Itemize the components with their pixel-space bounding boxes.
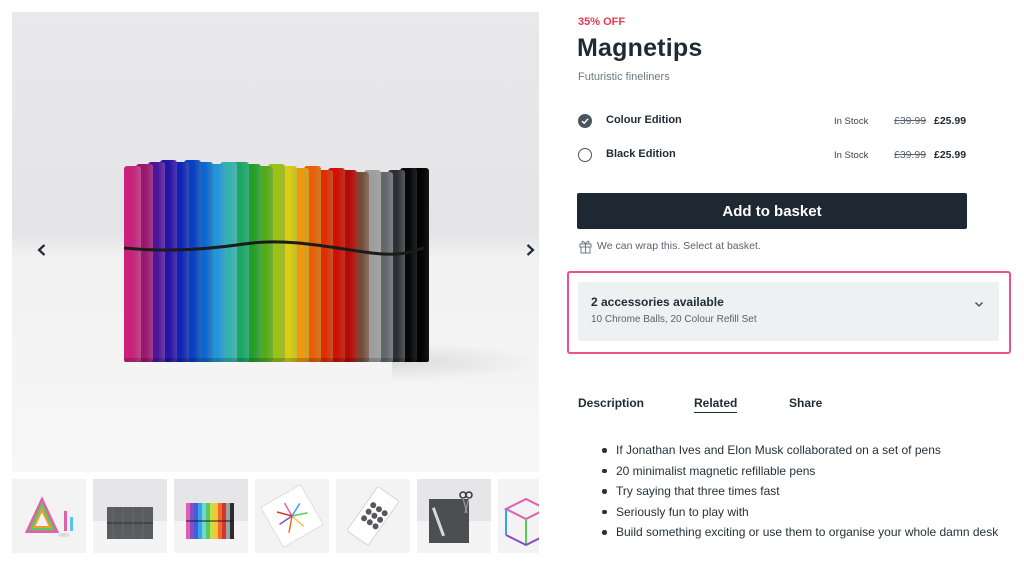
add-to-basket-button[interactable]: Add to basket [577, 193, 967, 229]
grey-pens-thumbnail [93, 479, 167, 553]
product-subtitle: Futuristic fineliners [578, 71, 670, 83]
thumbnail-4[interactable] [255, 479, 329, 553]
list-item: 20 minimalist magnetic refillable pens [600, 463, 998, 484]
pen-1 [124, 166, 141, 362]
variant-stock: In Stock [834, 150, 869, 161]
gift-icon [579, 240, 592, 253]
thumbnail-2[interactable] [93, 479, 167, 553]
thumbnail-7[interactable] [498, 479, 539, 553]
thumbnail-3[interactable] [174, 479, 248, 553]
wrap-note-text: We can wrap this. Select at basket. [597, 240, 761, 252]
pens-scissors-thumbnail [417, 479, 491, 553]
checkmark-icon [581, 118, 589, 125]
accessories-title: 2 accessories available [591, 295, 724, 309]
list-item: Try saying that three times fast [600, 483, 998, 504]
product-main-image[interactable] [12, 12, 539, 472]
chevron-down-icon[interactable] [973, 298, 985, 310]
thumbnail-1[interactable] [12, 479, 86, 553]
variant-was-price: £39.99 [894, 115, 927, 127]
accessories-dropdown[interactable]: 2 accessories available 10 Chrome Balls,… [578, 282, 999, 341]
variant-colour-edition[interactable]: Colour Edition In Stock £39.99 £25.99 [578, 109, 968, 133]
tab-share[interactable]: Share [789, 396, 822, 412]
variant-was-price: £39.99 [894, 149, 927, 161]
colour-pens-thumbnail [174, 479, 248, 553]
list-item: Seriously fun to play with [600, 504, 998, 525]
product-title: Magnetips [577, 34, 703, 62]
pen-set-image [124, 152, 429, 372]
variant-stock: In Stock [834, 116, 869, 127]
list-item: If Jonathan Ives and Elon Musk collabora… [600, 442, 998, 463]
triangle-pens-thumbnail [12, 479, 86, 553]
tab-related[interactable]: Related [694, 396, 738, 413]
accessories-list: 10 Chrome Balls, 20 Colour Refill Set [591, 314, 757, 325]
tab-description[interactable]: Description [578, 396, 644, 412]
list-item: Build something exciting or use them to … [600, 524, 998, 545]
variant-black-edition[interactable]: Black Edition In Stock £39.99 £25.99 [578, 143, 968, 167]
variant-price: £25.99 [934, 115, 967, 127]
description-list: If Jonathan Ives and Elon Musk collabora… [600, 442, 998, 545]
chevron-left-icon [37, 244, 46, 256]
variant-radio-checked[interactable] [578, 114, 592, 128]
gallery-next-button[interactable] [518, 238, 539, 262]
chevron-right-icon [526, 244, 535, 256]
variant-name: Colour Edition [606, 114, 682, 126]
colour-chart-thumbnail [255, 479, 329, 553]
thumbnail-6[interactable] [417, 479, 491, 553]
discount-badge: 35% OFF [578, 16, 626, 28]
gift-wrap-note: We can wrap this. Select at basket. [579, 238, 761, 254]
gallery-prev-button[interactable] [30, 238, 54, 262]
variant-name: Black Edition [606, 148, 676, 160]
thumbnail-strip [12, 479, 539, 553]
chrome-balls-thumbnail [336, 479, 410, 553]
thumbnail-5[interactable] [336, 479, 410, 553]
variant-price: £25.99 [934, 149, 967, 161]
variant-radio-unchecked[interactable] [578, 148, 592, 162]
pen-structure-thumbnail [498, 479, 539, 553]
